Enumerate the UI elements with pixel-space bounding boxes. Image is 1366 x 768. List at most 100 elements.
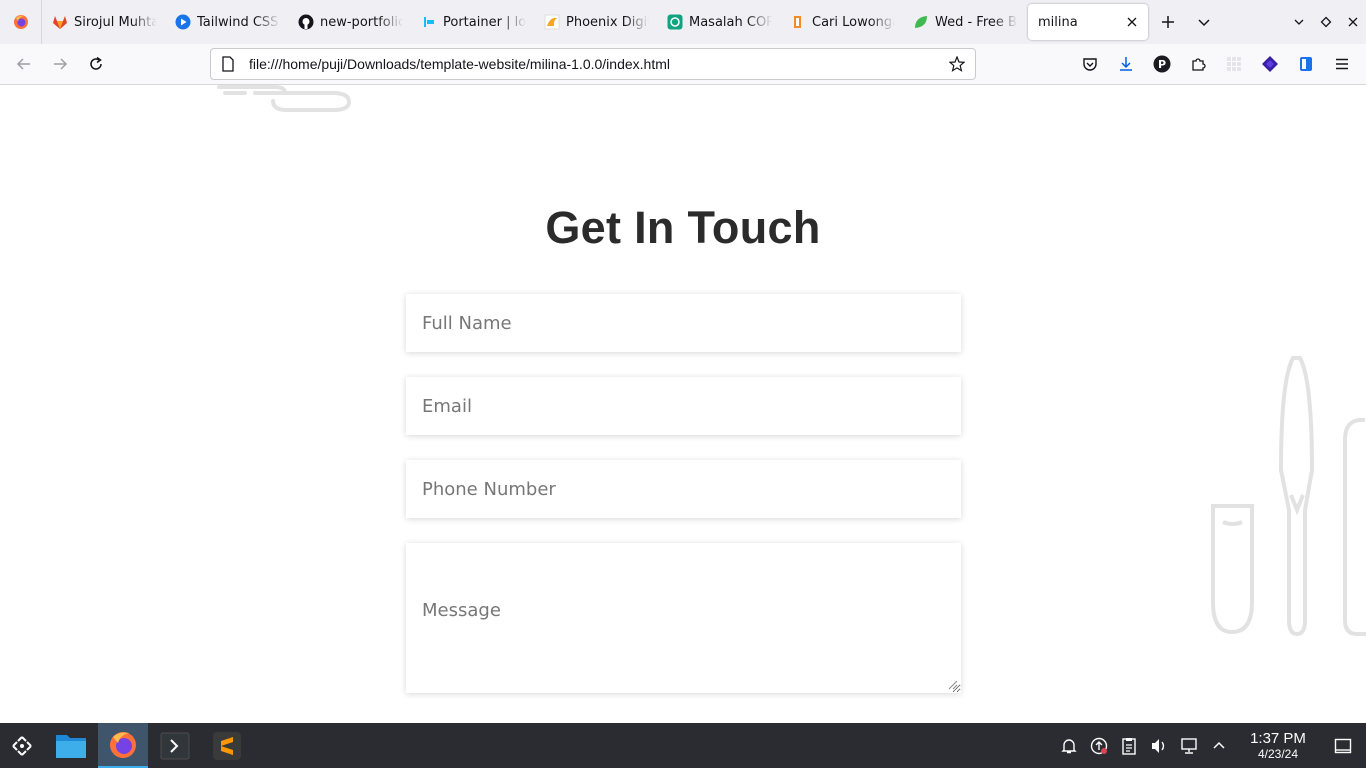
digital-clock[interactable]: 1:37 PM 4/23/24 bbox=[1238, 730, 1318, 761]
pocket-icon bbox=[1083, 58, 1097, 71]
tab-gitlab[interactable]: Sirojul Muhtar bbox=[42, 0, 165, 44]
full-name-input[interactable] bbox=[406, 294, 961, 352]
tab-tailwind[interactable]: Tailwind CSS bbox=[165, 0, 288, 44]
app-menu-button[interactable] bbox=[1324, 48, 1360, 80]
download-icon bbox=[1120, 57, 1132, 71]
tab-wed[interactable]: Wed - Free Bo bbox=[903, 0, 1026, 44]
page-title: Get In Touch bbox=[545, 202, 821, 253]
toolbar-right: P bbox=[1072, 48, 1360, 80]
clipboard-icon bbox=[1122, 737, 1136, 755]
show-desktop-button[interactable] bbox=[1328, 723, 1358, 768]
minimize-button[interactable] bbox=[1285, 4, 1312, 40]
page-icon bbox=[222, 56, 234, 72]
notifications-tray[interactable] bbox=[1054, 723, 1084, 768]
play-icon bbox=[175, 14, 191, 30]
show-desktop-icon bbox=[1334, 738, 1352, 753]
tab-title: Cari Lowongan bbox=[812, 14, 895, 30]
updates-tray[interactable] bbox=[1084, 723, 1114, 768]
profile-extension-button[interactable]: P bbox=[1144, 48, 1180, 80]
grid-icon bbox=[1227, 57, 1241, 71]
downloads-button[interactable] bbox=[1108, 48, 1144, 80]
phoenix-icon bbox=[544, 14, 560, 30]
tab-title: Tailwind CSS bbox=[197, 14, 279, 30]
tab-glints[interactable]: Cari Lowongan bbox=[780, 0, 903, 44]
glints-icon bbox=[790, 14, 806, 30]
clock-date: 4/23/24 bbox=[1257, 747, 1299, 761]
firefox-view-button[interactable] bbox=[0, 0, 42, 44]
extension-grid-button[interactable] bbox=[1216, 48, 1252, 80]
plus-icon bbox=[1162, 16, 1174, 28]
p-avatar-icon: P bbox=[1153, 55, 1171, 73]
application-launcher-icon bbox=[12, 735, 32, 756]
resize-handle-icon[interactable] bbox=[948, 680, 958, 690]
tab-github[interactable]: new-portfolio bbox=[288, 0, 411, 44]
navigation-toolbar: file:///home/puji/Downloads/template-web… bbox=[0, 44, 1366, 85]
tab-title: milina bbox=[1038, 14, 1078, 30]
maximize-button[interactable] bbox=[1312, 4, 1339, 40]
extensions-button[interactable] bbox=[1180, 48, 1216, 80]
page-content: Get In Touch bbox=[0, 85, 1366, 723]
tab-title: new-portfolio bbox=[320, 14, 403, 30]
clipboard-tray[interactable] bbox=[1114, 723, 1144, 768]
tab-title: Sirojul Muhtar bbox=[74, 14, 157, 30]
pocket-button[interactable] bbox=[1072, 48, 1108, 80]
tab-portainer[interactable]: Portainer | lo bbox=[411, 0, 534, 44]
portainer-icon bbox=[421, 14, 437, 30]
network-tray[interactable] bbox=[1174, 723, 1204, 768]
svg-text:P: P bbox=[1158, 58, 1166, 71]
firefox-icon bbox=[110, 731, 136, 758]
taskbar-file-manager[interactable] bbox=[46, 723, 96, 768]
tab-title: Portainer | lo bbox=[443, 14, 526, 30]
arrow-right-icon bbox=[54, 58, 68, 70]
update-icon bbox=[1090, 737, 1108, 754]
bookmark-star-icon[interactable] bbox=[949, 56, 965, 72]
reload-button[interactable] bbox=[78, 48, 114, 80]
taskbar-terminal[interactable] bbox=[150, 723, 200, 768]
tab-milina-active[interactable]: milina bbox=[1028, 4, 1148, 40]
minimize-icon bbox=[1294, 19, 1303, 25]
message-textarea[interactable] bbox=[406, 543, 961, 693]
speaker-icon bbox=[1152, 738, 1165, 753]
leaf-icon bbox=[913, 14, 929, 30]
reload-icon bbox=[90, 56, 102, 70]
new-tab-button[interactable] bbox=[1150, 4, 1186, 40]
tab-title: Wed - Free Bo bbox=[935, 14, 1018, 30]
maximize-icon bbox=[1320, 16, 1331, 28]
list-all-tabs-button[interactable] bbox=[1186, 4, 1222, 40]
chevron-up-icon bbox=[1213, 741, 1225, 749]
file-manager-icon bbox=[56, 734, 86, 758]
tab-title: Phoenix Digital bbox=[566, 14, 649, 30]
email-input[interactable] bbox=[406, 377, 961, 435]
chatgpt-icon bbox=[667, 14, 683, 30]
tray-expand-button[interactable] bbox=[1204, 723, 1234, 768]
application-launcher-button[interactable] bbox=[0, 723, 44, 768]
phone-number-input[interactable] bbox=[406, 460, 961, 518]
close-window-button[interactable] bbox=[1339, 4, 1366, 40]
address-bar[interactable]: file:///home/puji/Downloads/template-web… bbox=[210, 48, 976, 80]
url-text[interactable]: file:///home/puji/Downloads/template-web… bbox=[249, 56, 949, 72]
sublime-text-icon bbox=[213, 731, 241, 760]
taskbar-sublime-text[interactable] bbox=[202, 723, 252, 768]
extension-layers-button[interactable] bbox=[1252, 48, 1288, 80]
extension-sidebar-button[interactable] bbox=[1288, 48, 1324, 80]
tab-phoenix[interactable]: Phoenix Digital bbox=[534, 0, 657, 44]
clock-time: 1:37 PM bbox=[1250, 730, 1306, 747]
utensils-decoration bbox=[1211, 356, 1366, 637]
gitlab-icon bbox=[52, 14, 68, 30]
cloud-decoration bbox=[217, 85, 352, 112]
close-tab-icon[interactable] bbox=[1124, 14, 1140, 30]
tab-chatgpt[interactable]: Masalah CORS bbox=[657, 0, 780, 44]
window-controls bbox=[1285, 0, 1366, 44]
tab-title: Masalah CORS bbox=[689, 14, 772, 30]
network-wired-icon bbox=[1181, 737, 1197, 754]
chevron-down-icon bbox=[1198, 19, 1210, 27]
hamburger-menu-icon bbox=[1336, 58, 1348, 70]
back-button[interactable] bbox=[6, 48, 42, 80]
terminal-icon bbox=[160, 732, 190, 759]
taskbar-firefox[interactable] bbox=[98, 723, 148, 768]
bell-icon bbox=[1061, 738, 1077, 753]
github-icon bbox=[298, 14, 314, 30]
diamond-icon bbox=[1262, 56, 1278, 72]
forward-button[interactable] bbox=[42, 48, 78, 80]
volume-tray[interactable] bbox=[1144, 723, 1174, 768]
